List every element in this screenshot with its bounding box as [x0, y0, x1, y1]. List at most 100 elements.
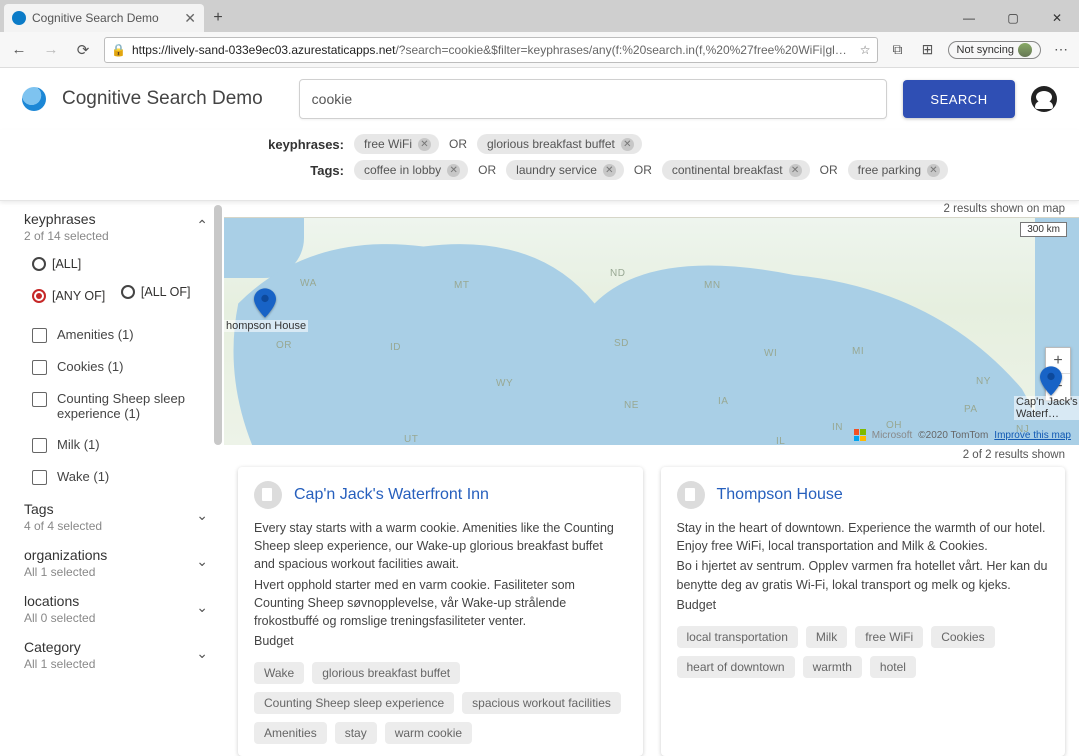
search-button[interactable]: SEARCH — [903, 80, 1015, 118]
chip-remove-icon[interactable]: ✕ — [789, 164, 802, 177]
filter-chip[interactable]: free WiFi✕ — [354, 134, 439, 154]
facet-subtitle: All 1 selected — [24, 657, 95, 671]
checkbox-icon — [32, 438, 47, 453]
chip-remove-icon[interactable]: ✕ — [418, 138, 431, 151]
filter-chip[interactable]: free parking✕ — [848, 160, 948, 180]
favorite-icon[interactable]: ☆ — [860, 43, 871, 57]
facet-header[interactable]: Tags 4 of 4 selected ⌄ — [24, 501, 224, 533]
map-state-label: IA — [718, 396, 728, 407]
chevron-down-icon: ⌄ — [196, 599, 208, 616]
map-state-label: NV — [348, 444, 363, 445]
map-state-label: NE — [624, 400, 639, 411]
result-title[interactable]: Thompson House — [717, 486, 843, 504]
result-tag[interactable]: free WiFi — [855, 626, 923, 648]
results-area: 2 results shown on map 300 km + − Micros… — [224, 201, 1079, 756]
or-label: OR — [449, 137, 467, 151]
facet-option[interactable]: Amenities (1) — [32, 327, 224, 343]
nav-forward-button[interactable]: → — [40, 41, 62, 58]
window-minimize-button[interactable]: — — [947, 4, 991, 32]
map-state-label: WY — [496, 378, 513, 389]
facet-header[interactable]: locations All 0 selected ⌄ — [24, 593, 224, 625]
map-state-label: MI — [852, 346, 864, 357]
checkbox-icon — [32, 360, 47, 375]
result-card[interactable]: Thompson House Stay in the heart of down… — [661, 467, 1066, 756]
app-title: Cognitive Search Demo — [62, 88, 263, 110]
profile-sync-pill[interactable]: Not syncing — [948, 41, 1041, 59]
facet-title: organizations — [24, 547, 107, 563]
extensions-icon[interactable]: ⊞ — [918, 41, 938, 58]
result-tag[interactable]: hotel — [870, 656, 916, 678]
radio-all[interactable]: [ALL] — [32, 257, 81, 271]
browser-chrome: Cognitive Search Demo ✕ + — ▢ ✕ ← → ⟳ 🔒 … — [0, 0, 1079, 68]
facet-header[interactable]: organizations All 1 selected ⌄ — [24, 547, 224, 579]
chip-remove-icon[interactable]: ✕ — [927, 164, 940, 177]
facet-option[interactable]: Cookies (1) — [32, 359, 224, 375]
result-cards: Cap'n Jack's Waterfront Inn Every stay s… — [224, 467, 1079, 756]
nav-back-button[interactable]: ← — [8, 41, 30, 58]
map-scale: 300 km — [1020, 222, 1067, 237]
facet-match-mode: [ALL] [ANY OF] [ALL OF] — [32, 257, 224, 317]
result-tag[interactable]: Cookies — [931, 626, 994, 648]
improve-map-link[interactable]: Improve this map — [994, 430, 1071, 441]
radio-all-of[interactable]: [ALL OF] — [121, 285, 191, 299]
url-field[interactable]: 🔒 https://lively-sand-033e9ec03.azuresta… — [104, 37, 878, 63]
nav-refresh-button[interactable]: ⟳ — [72, 41, 94, 59]
result-tag[interactable]: warmth — [803, 656, 862, 678]
result-tag[interactable]: Counting Sheep sleep experience — [254, 692, 454, 714]
collections-icon[interactable]: ⧉ — [888, 41, 908, 58]
result-tag[interactable]: glorious breakfast buffet — [312, 662, 460, 684]
facet-option[interactable]: Counting Sheep sleep experience (1) — [32, 391, 224, 421]
map-state-label: OR — [276, 340, 292, 351]
address-bar-row: ← → ⟳ 🔒 https://lively-sand-033e9ec03.az… — [0, 32, 1079, 68]
attribution-ms: Microsoft — [872, 430, 913, 441]
result-tags: Wake glorious breakfast buffet Counting … — [254, 662, 627, 744]
window-controls: — ▢ ✕ — [947, 4, 1079, 32]
result-card[interactable]: Cap'n Jack's Waterfront Inn Every stay s… — [238, 467, 643, 756]
chip-remove-icon[interactable]: ✕ — [447, 164, 460, 177]
result-tag[interactable]: Wake — [254, 662, 304, 684]
search-input[interactable] — [299, 79, 887, 119]
facet-tags: Tags 4 of 4 selected ⌄ — [24, 501, 224, 533]
window-maximize-button[interactable]: ▢ — [991, 4, 1035, 32]
facet-category: Category All 1 selected ⌄ — [24, 639, 224, 671]
tab-close-icon[interactable]: ✕ — [184, 10, 196, 27]
map-state-label: WI — [764, 348, 777, 359]
chip-remove-icon[interactable]: ✕ — [603, 164, 616, 177]
tags-filter-label: Tags: — [258, 163, 344, 178]
map-state-label: NY — [976, 376, 991, 387]
facet-sidebar: keyphrases 2 of 14 selected ⌃ [ALL] [ANY… — [0, 201, 224, 756]
result-title[interactable]: Cap'n Jack's Waterfront Inn — [294, 486, 489, 504]
map-pin-icon[interactable] — [254, 288, 276, 318]
filter-chip[interactable]: laundry service✕ — [506, 160, 624, 180]
chip-remove-icon[interactable]: ✕ — [621, 138, 634, 151]
app-logo-icon — [22, 87, 46, 111]
new-tab-button[interactable]: + — [204, 4, 232, 32]
browser-tab[interactable]: Cognitive Search Demo ✕ — [4, 4, 204, 32]
result-body: Stay in the heart of downtown. Experienc… — [677, 519, 1050, 614]
facet-header[interactable]: keyphrases 2 of 14 selected ⌃ — [24, 211, 224, 243]
result-tag[interactable]: local transportation — [677, 626, 798, 648]
facet-organizations: organizations All 1 selected ⌄ — [24, 547, 224, 579]
map-state-label: WA — [300, 278, 317, 289]
results-map[interactable]: 300 km + − Microsoft ©2020 TomTom Improv… — [224, 217, 1079, 445]
result-tag[interactable]: spacious workout facilities — [462, 692, 621, 714]
map-state-label: SD — [614, 338, 629, 349]
map-pin-icon[interactable] — [1040, 366, 1062, 396]
map-result-count: 2 results shown on map — [224, 201, 1079, 217]
user-avatar-icon[interactable] — [1031, 86, 1057, 112]
filter-chip[interactable]: glorious breakfast buffet✕ — [477, 134, 642, 154]
map-state-label: ND — [610, 268, 625, 279]
filter-chip[interactable]: coffee in lobby✕ — [354, 160, 468, 180]
result-tag[interactable]: Milk — [806, 626, 847, 648]
browser-menu-icon[interactable]: ⋯ — [1051, 41, 1071, 58]
facet-option[interactable]: Milk (1) — [32, 437, 224, 453]
facet-subtitle: All 1 selected — [24, 565, 107, 579]
window-close-button[interactable]: ✕ — [1035, 4, 1079, 32]
or-label: OR — [478, 163, 496, 177]
radio-any-of[interactable]: [ANY OF] — [32, 289, 105, 303]
result-tag[interactable]: heart of downtown — [677, 656, 795, 678]
facet-header[interactable]: Category All 1 selected ⌄ — [24, 639, 224, 671]
facet-option[interactable]: Wake (1) — [32, 469, 224, 485]
sidebar-scrollbar[interactable] — [214, 205, 222, 445]
filter-chip[interactable]: continental breakfast✕ — [662, 160, 810, 180]
